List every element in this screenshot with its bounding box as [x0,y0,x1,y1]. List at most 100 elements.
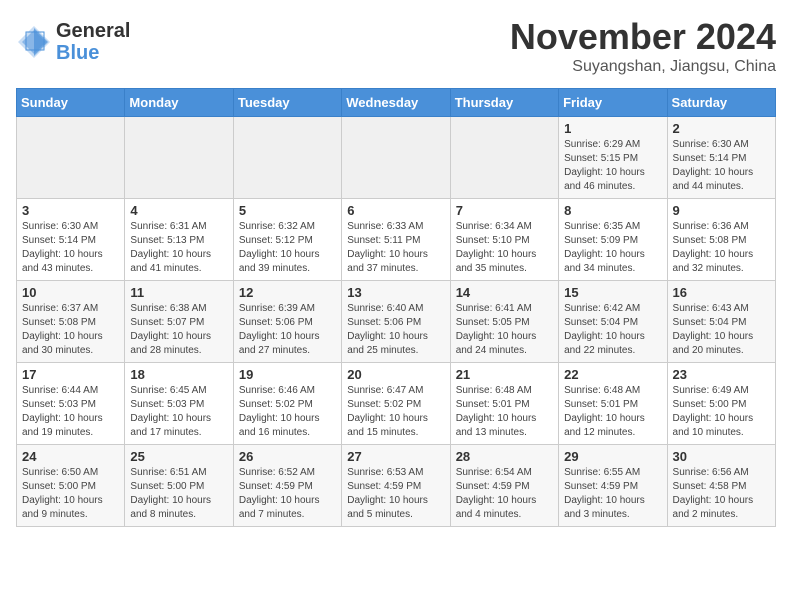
day-info: Sunrise: 6:51 AM Sunset: 5:00 PM Dayligh… [130,466,227,522]
calendar-cell [233,117,341,199]
day-number: 8 [564,203,661,218]
calendar-cell: 26 Sunrise: 6:52 AM Sunset: 4:59 PM Dayli… [233,445,341,527]
day-number: 24 [22,449,119,464]
day-info: Sunrise: 6:30 AM Sunset: 5:14 PM Dayligh… [673,138,770,194]
calendar-cell: 3 Sunrise: 6:30 AM Sunset: 5:14 PM Daylig… [17,199,125,281]
calendar-week-4: 17Sunrise: 6:44 AM Sunset: 5:03 PM Dayli… [17,363,776,445]
calendar-cell: 29Sunrise: 6:55 AM Sunset: 4:59 PM Dayli… [559,445,667,527]
day-number: 1 [564,121,661,136]
day-info: Sunrise: 6:50 AM Sunset: 5:00 PM Dayligh… [22,466,119,522]
day-number: 28 [456,449,553,464]
day-info: Sunrise: 6:34 AM Sunset: 5:10 PM Dayligh… [456,220,553,276]
day-info: Sunrise: 6:46 AM Sunset: 5:02 PM Dayligh… [239,384,336,440]
day-info: Sunrise: 6:56 AM Sunset: 4:58 PM Dayligh… [673,466,770,522]
calendar-cell: 8 Sunrise: 6:35 AM Sunset: 5:09 PM Daylig… [559,199,667,281]
day-info: Sunrise: 6:52 AM Sunset: 4:59 PM Dayligh… [239,466,336,522]
day-number: 29 [564,449,661,464]
day-number: 9 [673,203,770,218]
calendar-cell: 11Sunrise: 6:38 AM Sunset: 5:07 PM Dayli… [125,281,233,363]
day-info: Sunrise: 6:37 AM Sunset: 5:08 PM Dayligh… [22,302,119,358]
day-number: 12 [239,285,336,300]
calendar-cell: 27 Sunrise: 6:53 AM Sunset: 4:59 PM Dayli… [342,445,450,527]
calendar-cell [125,117,233,199]
day-number: 20 [347,367,444,382]
logo-text: General Blue [56,20,130,64]
day-info: Sunrise: 6:32 AM Sunset: 5:12 PM Dayligh… [239,220,336,276]
month-title: November 2024 [510,16,776,58]
day-info: Sunrise: 6:39 AM Sunset: 5:06 PM Dayligh… [239,302,336,358]
day-number: 5 [239,203,336,218]
day-number: 22 [564,367,661,382]
day-number: 3 [22,203,119,218]
calendar-week-5: 24 Sunrise: 6:50 AM Sunset: 5:00 PM Dayli… [17,445,776,527]
header-cell-tuesday: Tuesday [233,89,341,117]
day-number: 10 [22,285,119,300]
logo: General Blue [16,20,130,64]
calendar-cell: 19 Sunrise: 6:46 AM Sunset: 5:02 PM Dayli… [233,363,341,445]
title-block: November 2024 Suyangshan, Jiangsu, China [510,16,776,76]
day-number: 7 [456,203,553,218]
calendar-cell: 5 Sunrise: 6:32 AM Sunset: 5:12 PM Daylig… [233,199,341,281]
calendar-cell: 4 Sunrise: 6:31 AM Sunset: 5:13 PM Daylig… [125,199,233,281]
day-info: Sunrise: 6:35 AM Sunset: 5:09 PM Dayligh… [564,220,661,276]
day-info: Sunrise: 6:30 AM Sunset: 5:14 PM Dayligh… [22,220,119,276]
day-info: Sunrise: 6:45 AM Sunset: 5:03 PM Dayligh… [130,384,227,440]
logo-line2: Blue [56,42,99,64]
day-info: Sunrise: 6:36 AM Sunset: 5:08 PM Dayligh… [673,220,770,276]
calendar-cell: 9 Sunrise: 6:36 AM Sunset: 5:08 PM Daylig… [667,199,775,281]
header-cell-sunday: Sunday [17,89,125,117]
day-info: Sunrise: 6:31 AM Sunset: 5:13 PM Dayligh… [130,220,227,276]
calendar-cell: 25Sunrise: 6:51 AM Sunset: 5:00 PM Dayli… [125,445,233,527]
day-number: 15 [564,285,661,300]
calendar-table: SundayMondayTuesdayWednesdayThursdayFrid… [16,88,776,527]
calendar-cell: 17Sunrise: 6:44 AM Sunset: 5:03 PM Dayli… [17,363,125,445]
calendar-cell [17,117,125,199]
day-number: 27 [347,449,444,464]
day-number: 26 [239,449,336,464]
day-info: Sunrise: 6:48 AM Sunset: 5:01 PM Dayligh… [564,384,661,440]
day-info: Sunrise: 6:54 AM Sunset: 4:59 PM Dayligh… [456,466,553,522]
calendar-cell: 13 Sunrise: 6:40 AM Sunset: 5:06 PM Dayli… [342,281,450,363]
header-cell-friday: Friday [559,89,667,117]
day-info: Sunrise: 6:53 AM Sunset: 4:59 PM Dayligh… [347,466,444,522]
day-info: Sunrise: 6:49 AM Sunset: 5:00 PM Dayligh… [673,384,770,440]
calendar-header: SundayMondayTuesdayWednesdayThursdayFrid… [17,89,776,117]
calendar-cell: 2Sunrise: 6:30 AM Sunset: 5:14 PM Daylig… [667,117,775,199]
calendar-cell: 15Sunrise: 6:42 AM Sunset: 5:04 PM Dayli… [559,281,667,363]
calendar-cell: 23 Sunrise: 6:49 AM Sunset: 5:00 PM Dayli… [667,363,775,445]
calendar-cell: 10 Sunrise: 6:37 AM Sunset: 5:08 PM Dayli… [17,281,125,363]
day-info: Sunrise: 6:43 AM Sunset: 5:04 PM Dayligh… [673,302,770,358]
day-number: 13 [347,285,444,300]
day-info: Sunrise: 6:33 AM Sunset: 5:11 PM Dayligh… [347,220,444,276]
calendar-cell: 16 Sunrise: 6:43 AM Sunset: 5:04 PM Dayli… [667,281,775,363]
logo-icon [16,24,52,60]
day-number: 4 [130,203,227,218]
calendar-cell: 24 Sunrise: 6:50 AM Sunset: 5:00 PM Dayli… [17,445,125,527]
day-number: 21 [456,367,553,382]
day-number: 16 [673,285,770,300]
location: Suyangshan, Jiangsu, China [510,58,776,76]
calendar-cell: 28 Sunrise: 6:54 AM Sunset: 4:59 PM Dayli… [450,445,558,527]
header-cell-thursday: Thursday [450,89,558,117]
day-number: 23 [673,367,770,382]
page-header: General Blue November 2024 Suyangshan, J… [16,16,776,76]
day-number: 17 [22,367,119,382]
calendar-cell: 30 Sunrise: 6:56 AM Sunset: 4:58 PM Dayli… [667,445,775,527]
day-info: Sunrise: 6:40 AM Sunset: 5:06 PM Dayligh… [347,302,444,358]
day-number: 30 [673,449,770,464]
calendar-cell: 20Sunrise: 6:47 AM Sunset: 5:02 PM Dayli… [342,363,450,445]
calendar-cell: 18 Sunrise: 6:45 AM Sunset: 5:03 PM Dayli… [125,363,233,445]
calendar-cell: 21 Sunrise: 6:48 AM Sunset: 5:01 PM Dayli… [450,363,558,445]
day-number: 18 [130,367,227,382]
logo-line1: General [56,20,130,42]
day-info: Sunrise: 6:38 AM Sunset: 5:07 PM Dayligh… [130,302,227,358]
day-number: 19 [239,367,336,382]
day-info: Sunrise: 6:48 AM Sunset: 5:01 PM Dayligh… [456,384,553,440]
calendar-week-2: 3 Sunrise: 6:30 AM Sunset: 5:14 PM Daylig… [17,199,776,281]
calendar-week-1: 1Sunrise: 6:29 AM Sunset: 5:15 PM Daylig… [17,117,776,199]
calendar-cell: 22 Sunrise: 6:48 AM Sunset: 5:01 PM Dayli… [559,363,667,445]
calendar-cell: 1Sunrise: 6:29 AM Sunset: 5:15 PM Daylig… [559,117,667,199]
day-number: 14 [456,285,553,300]
calendar-cell [450,117,558,199]
calendar-week-3: 10 Sunrise: 6:37 AM Sunset: 5:08 PM Dayli… [17,281,776,363]
